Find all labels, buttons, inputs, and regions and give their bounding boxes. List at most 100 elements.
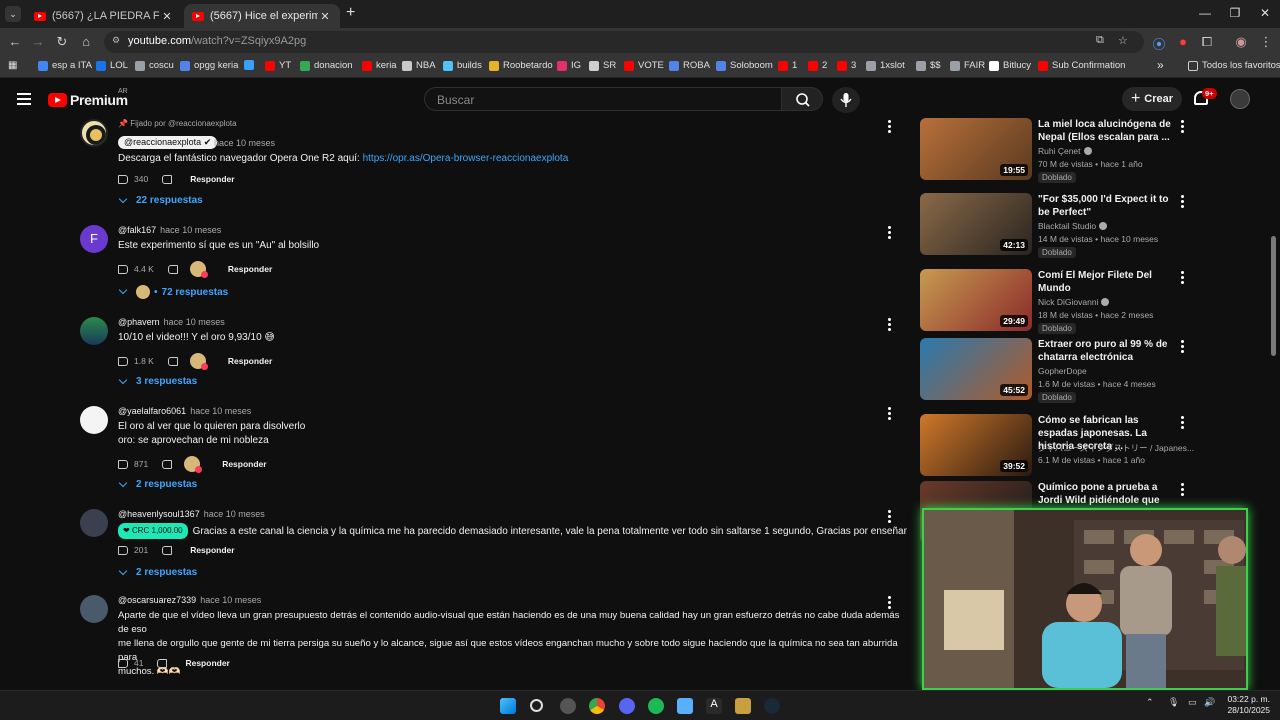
video-thumbnail[interactable]: 45:52 <box>920 338 1032 400</box>
comment-avatar[interactable] <box>80 317 108 345</box>
recommended-video[interactable]: 19:55 La miel loca alucinógena de Nepal (… <box>920 118 1216 188</box>
system-clock[interactable]: 03:22 p. m. 28/10/2025 <box>1222 694 1270 716</box>
video-menu-icon[interactable] <box>1181 416 1185 431</box>
windows-start-icon[interactable] <box>500 698 516 714</box>
comment-menu-icon[interactable] <box>888 407 892 422</box>
bookmark-item[interactable]: builds <box>443 60 482 71</box>
comment-link[interactable]: https://opr.as/Opera-browser-reaccionaex… <box>363 153 569 164</box>
bookmark-item[interactable]: NBA <box>402 60 436 71</box>
home-icon[interactable]: ⌂ <box>77 34 95 49</box>
minimize-icon[interactable]: — <box>1190 6 1220 20</box>
browser-tab-1[interactable]: (5667) ¿LA PIEDRA FILOSOFAL E ✕ <box>26 4 182 28</box>
comment-menu-icon[interactable] <box>888 318 892 333</box>
recommended-video[interactable]: 39:52 Cómo se fabrican las espadas japone… <box>920 414 1216 484</box>
comment-avatar[interactable] <box>80 595 108 623</box>
dislike-icon[interactable] <box>157 658 168 668</box>
video-thumbnail[interactable]: 42:13 <box>920 193 1032 255</box>
dislike-icon[interactable] <box>162 545 173 555</box>
tray-mic-icon[interactable]: 🎙 <box>1168 697 1179 708</box>
bookmark-item[interactable]: LOL <box>96 60 128 71</box>
recommended-video[interactable]: 42:13 "For $35,000 I'd Expect it to be Pe… <box>920 193 1216 263</box>
video-menu-icon[interactable] <box>1181 120 1185 135</box>
reload-icon[interactable]: ↻ <box>53 34 71 50</box>
reply-button[interactable]: Responder <box>185 658 229 668</box>
bookmark-item[interactable]: $$ <box>916 60 941 71</box>
like-icon[interactable] <box>118 356 128 366</box>
dislike-icon[interactable] <box>162 459 173 469</box>
like-icon[interactable] <box>118 174 128 184</box>
video-channel[interactable]: ジャパニーズインダストリー / Japanes... <box>1038 442 1194 454</box>
page-scrollbar[interactable] <box>1271 236 1276 356</box>
voice-search-button[interactable] <box>832 87 860 113</box>
comment-menu-icon[interactable] <box>888 226 892 241</box>
search-button[interactable] <box>781 87 823 111</box>
comment-author[interactable]: @yaelalfaro6061 <box>118 406 186 416</box>
video-menu-icon[interactable] <box>1181 271 1185 286</box>
comment-menu-icon[interactable] <box>888 596 892 611</box>
video-thumbnail[interactable]: 39:52 <box>920 414 1032 476</box>
video-title[interactable]: "For $35,000 I'd Expect it to be Perfect… <box>1038 193 1176 219</box>
bookmark-item[interactable]: ROBA <box>669 60 710 71</box>
video-channel[interactable]: Ruhi Çenet <box>1038 146 1092 156</box>
bookmark-item[interactable]: Soloboom <box>716 60 773 71</box>
bookmark-item[interactable]: Bitlucy <box>989 60 1031 71</box>
bookmark-item[interactable]: 2 <box>808 60 827 71</box>
comment-menu-icon[interactable] <box>888 120 892 135</box>
reply-button[interactable]: Responder <box>222 459 266 469</box>
bookmark-item[interactable]: keria <box>362 60 397 71</box>
bookmark-item[interactable]: FAIR <box>950 60 985 71</box>
dislike-icon[interactable] <box>167 264 178 274</box>
reply-button[interactable]: Responder <box>190 545 234 555</box>
tab-search-icon[interactable]: ⌄ <box>5 6 21 22</box>
bookmark-item[interactable]: 1xslot <box>866 60 905 71</box>
extensions-puzzle-icon[interactable]: ⧠ <box>1198 34 1216 50</box>
like-icon[interactable] <box>118 545 128 555</box>
new-tab-button[interactable]: + <box>346 4 355 22</box>
video-thumbnail[interactable]: 29:49 <box>920 269 1032 331</box>
like-icon[interactable] <box>118 264 128 274</box>
video-menu-icon[interactable] <box>1181 483 1185 498</box>
comment-author[interactable]: @falk167 <box>118 225 156 235</box>
network-icon[interactable]: ▭ <box>1188 697 1197 708</box>
video-title[interactable]: Comí El Mejor Filete Del Mundo <box>1038 269 1176 295</box>
view-replies-button[interactable]: 22 respuestas <box>118 194 203 206</box>
video-title[interactable]: Extraer oro puro al 99 % de chatarra ele… <box>1038 338 1176 364</box>
search-input[interactable]: Buscar <box>424 87 782 111</box>
profile-icon[interactable]: ◉ <box>1232 34 1250 50</box>
create-button[interactable]: + Crear <box>1122 87 1182 111</box>
like-icon[interactable] <box>118 658 128 668</box>
bookmark-item[interactable]: esp a ITA <box>38 60 92 71</box>
video-title[interactable]: La miel loca alucinógena de Nepal (Ellos… <box>1038 118 1176 144</box>
bookmark-item[interactable]: VOTE <box>624 60 664 71</box>
video-channel[interactable]: Blacktail Studio <box>1038 221 1108 231</box>
dislike-icon[interactable] <box>167 356 178 366</box>
obs-icon[interactable] <box>735 698 751 714</box>
search-icon[interactable] <box>530 699 543 712</box>
dislike-icon[interactable] <box>162 174 173 184</box>
forward-icon[interactable]: → <box>29 34 47 49</box>
channel-avatar[interactable] <box>80 119 108 147</box>
apps-grid-icon[interactable]: ▦ <box>8 60 17 71</box>
bookmark-item[interactable]: opgg keria <box>180 60 238 71</box>
comment-avatar[interactable] <box>80 406 108 434</box>
back-icon[interactable]: ← <box>6 34 24 49</box>
all-bookmarks-folder[interactable]: Todos los favoritos <box>1188 60 1280 71</box>
bookmark-item[interactable]: 3 <box>837 60 856 71</box>
volume-icon[interactable]: 🔊 <box>1204 697 1215 708</box>
video-channel[interactable]: Nick DiGiovanni <box>1038 297 1110 307</box>
comment-menu-icon[interactable] <box>888 510 892 525</box>
bookmark-item[interactable]: coscu <box>135 60 174 71</box>
account-avatar[interactable] <box>1230 89 1250 109</box>
app-icon[interactable] <box>560 698 576 714</box>
discord-icon[interactable] <box>619 698 635 714</box>
close-tab-icon[interactable]: ✕ <box>160 10 174 23</box>
comment-author-owner-badge[interactable]: @reaccionaexplota ✔ <box>118 136 218 149</box>
extension-icon[interactable]: ● <box>1174 34 1192 49</box>
menu-kebab-icon[interactable]: ⋮ <box>1257 34 1275 50</box>
recommended-video[interactable]: 45:52 Extraer oro puro al 99 % de chatarr… <box>920 338 1216 408</box>
youtube-premium-logo[interactable]: Premium AR <box>48 88 128 108</box>
chrome-icon[interactable] <box>589 698 605 714</box>
like-icon[interactable] <box>118 459 128 469</box>
browser-tab-2[interactable]: (5667) Hice el experimento MÁS ✕ <box>184 4 340 28</box>
view-replies-button[interactable]: • 72 respuestas <box>118 285 228 299</box>
